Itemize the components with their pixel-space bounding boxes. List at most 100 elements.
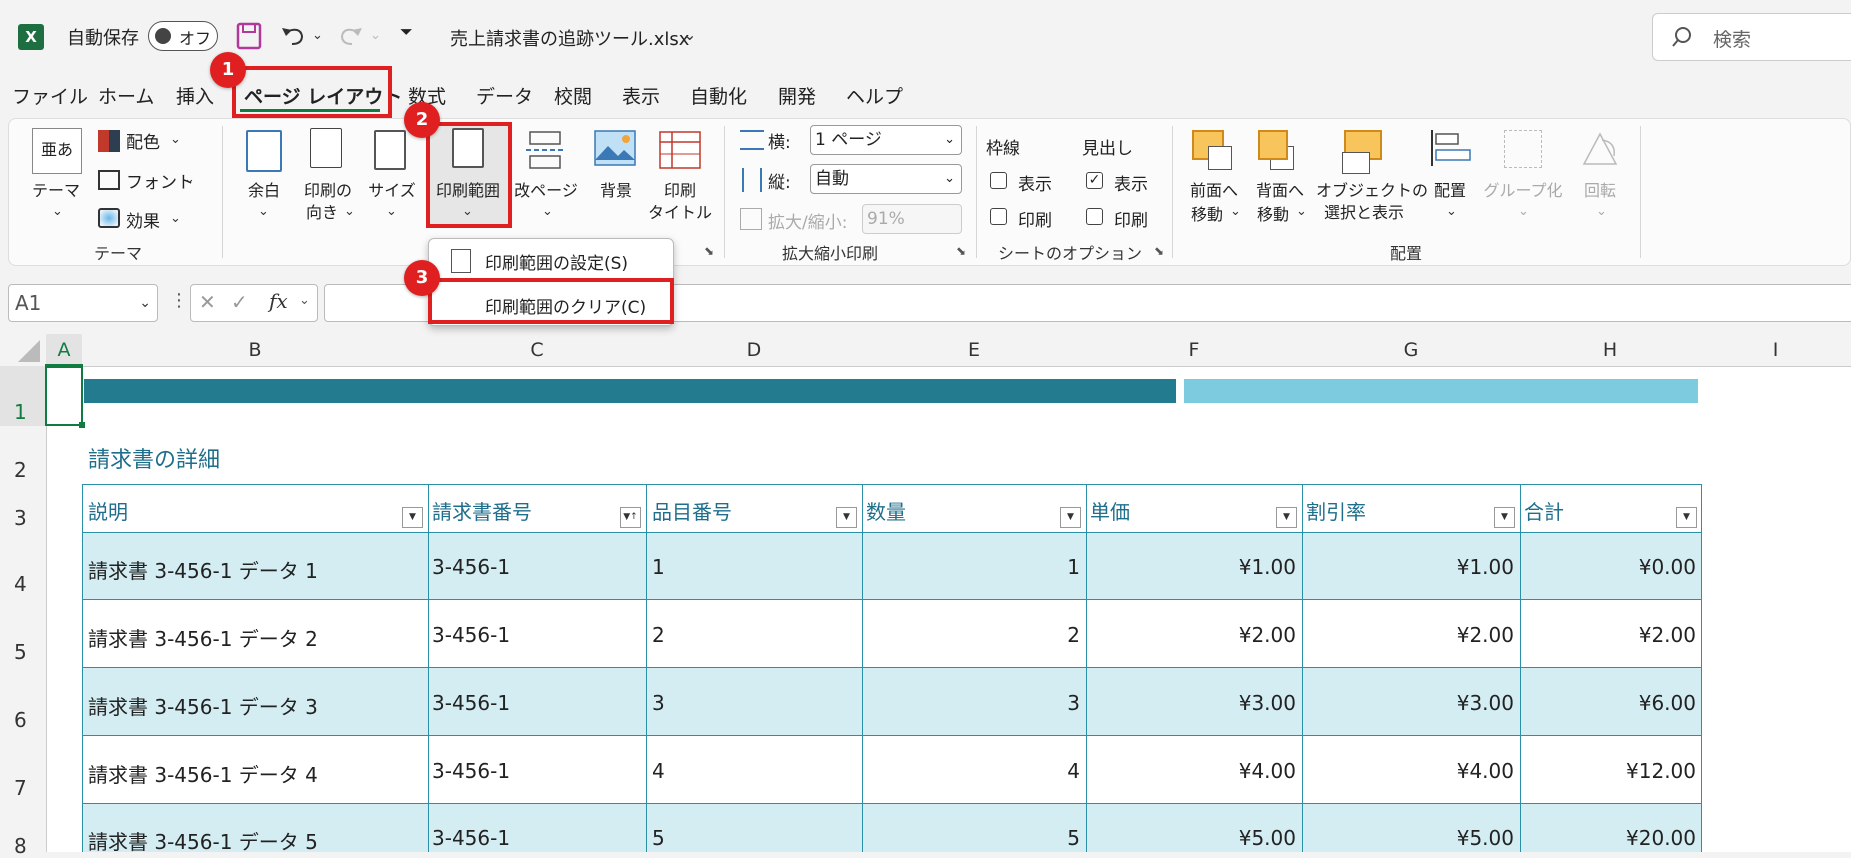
colors-dropdown-icon[interactable]: ⌄ — [170, 132, 181, 147]
cell-item-number[interactable]: 5 — [652, 826, 665, 850]
cell-discount[interactable]: ¥1.00 — [1306, 555, 1514, 579]
align-button[interactable]: 配置 — [1422, 178, 1478, 204]
gridlines-view-checkbox[interactable] — [990, 172, 1007, 189]
margins-button[interactable]: 余白 — [238, 178, 290, 204]
cell-unit-price[interactable]: ¥3.00 — [1090, 691, 1296, 715]
column-header-E[interactable]: E — [862, 334, 1086, 367]
cell-description[interactable]: 請求書 3-456-1 データ 5 — [88, 826, 318, 855]
cell-invoice-number[interactable]: 3-456-1 — [432, 759, 510, 783]
bring-forward-line2[interactable]: 移動 — [1182, 202, 1232, 228]
headings-view-checkbox[interactable]: ✓ — [1086, 172, 1103, 189]
name-box[interactable]: A1 ⌄ — [8, 284, 158, 322]
cell-total[interactable]: ¥6.00 — [1524, 691, 1696, 715]
row-header-4[interactable]: 4 — [0, 532, 47, 600]
cell-item-number[interactable]: 1 — [652, 555, 665, 579]
tab-data[interactable]: データ — [476, 82, 533, 109]
column-header-B[interactable]: B — [82, 334, 428, 367]
filter-dropdown-icon[interactable]: ▼ — [402, 507, 423, 528]
cell-description[interactable]: 請求書 3-456-1 データ 4 — [88, 759, 318, 788]
filter-dropdown-icon[interactable]: ▼ — [1676, 507, 1697, 528]
search-box[interactable]: 検索 — [1652, 13, 1851, 61]
selection-pane-line2[interactable]: 選択と表示 — [1316, 200, 1412, 226]
save-icon[interactable] — [236, 22, 262, 50]
cell-description[interactable]: 請求書 3-456-1 データ 3 — [88, 691, 318, 720]
column-header-G[interactable]: G — [1302, 334, 1520, 367]
cell-quantity[interactable]: 5 — [866, 826, 1080, 850]
cell-total[interactable]: ¥20.00 — [1524, 826, 1696, 850]
row-header-8[interactable]: 8 — [0, 804, 47, 858]
tab-developer[interactable]: 開発 — [778, 82, 816, 109]
column-header-A[interactable]: A — [46, 334, 82, 368]
send-backward-line1[interactable]: 背面へ — [1250, 178, 1310, 204]
cell-discount[interactable]: ¥3.00 — [1306, 691, 1514, 715]
cell-item-number[interactable]: 4 — [652, 759, 665, 783]
tab-view[interactable]: 表示 — [622, 82, 660, 109]
cell-invoice-number[interactable]: 3-456-1 — [432, 826, 510, 850]
bring-forward-dropdown-icon[interactable]: ⌄ — [1230, 204, 1241, 219]
align-dropdown-icon[interactable]: ⌄ — [1446, 204, 1457, 219]
autosave-toggle[interactable]: オフ — [148, 21, 218, 51]
row-header-5[interactable]: 5 — [0, 600, 47, 668]
orientation-button-line2[interactable]: 向き — [296, 200, 348, 226]
undo-dropdown-icon[interactable]: ⌄ — [312, 28, 323, 43]
tab-file[interactable]: ファイル — [12, 82, 88, 109]
tab-help[interactable]: ヘルプ — [846, 82, 903, 109]
background-button[interactable]: 背景 — [590, 178, 642, 204]
width-select[interactable]: 1 ページ ⌄ — [810, 125, 962, 155]
select-all-icon[interactable] — [0, 334, 46, 366]
selected-cell-A1[interactable] — [45, 364, 83, 426]
cancel-icon[interactable]: ✕ — [199, 290, 216, 314]
insert-function-icon[interactable]: fx — [269, 289, 288, 313]
filter-dropdown-icon[interactable]: ▼ — [1494, 507, 1515, 528]
cell-total[interactable]: ¥2.00 — [1524, 623, 1696, 647]
column-header-C[interactable]: C — [428, 334, 646, 367]
cell-quantity[interactable]: 4 — [866, 759, 1080, 783]
row-header-2[interactable]: 2 — [0, 426, 47, 486]
column-header-F[interactable]: F — [1086, 334, 1302, 367]
cell-unit-price[interactable]: ¥1.00 — [1090, 555, 1296, 579]
gridlines-print-checkbox[interactable] — [990, 208, 1007, 225]
filter-dropdown-icon[interactable]: ▼ — [836, 507, 857, 528]
function-chevron-icon[interactable]: ⌄ — [299, 293, 310, 308]
customize-toolbar-icon[interactable]: ⏷ — [400, 22, 413, 42]
cell-description[interactable]: 請求書 3-456-1 データ 1 — [88, 555, 318, 584]
undo-icon[interactable] — [280, 22, 306, 48]
cell-item-number[interactable]: 3 — [652, 691, 665, 715]
cell-discount[interactable]: ¥2.00 — [1306, 623, 1514, 647]
row-header-3[interactable]: 3 — [0, 486, 47, 532]
file-name[interactable]: 売上請求書の追跡ツール.xlsx — [450, 25, 689, 51]
cell-invoice-number[interactable]: 3-456-1 — [432, 623, 510, 647]
cell-description[interactable]: 請求書 3-456-1 データ 2 — [88, 623, 318, 652]
sheet-options-launcher-icon[interactable]: ⬊ — [1154, 244, 1164, 258]
scale-launcher-icon[interactable]: ⬊ — [956, 244, 966, 258]
enter-icon[interactable]: ✓ — [231, 290, 248, 314]
column-header-D[interactable]: D — [646, 334, 862, 367]
theme-button[interactable]: テーマ — [26, 178, 86, 204]
tab-review[interactable]: 校閲 — [554, 82, 592, 109]
set-print-area-item[interactable]: 印刷範囲の設定(S) — [485, 249, 628, 274]
cell-unit-price[interactable]: ¥4.00 — [1090, 759, 1296, 783]
effects-dropdown-icon[interactable]: ⌄ — [170, 211, 181, 226]
colors-button[interactable]: 配色 — [126, 128, 160, 153]
row-header-6[interactable]: 6 — [0, 668, 47, 736]
theme-dropdown-icon[interactable]: ⌄ — [52, 204, 63, 219]
fill-handle[interactable] — [79, 422, 85, 428]
headings-print-checkbox[interactable] — [1086, 208, 1103, 225]
send-backward-dropdown-icon[interactable]: ⌄ — [1296, 204, 1307, 219]
cell-unit-price[interactable]: ¥2.00 — [1090, 623, 1296, 647]
cell-quantity[interactable]: 3 — [866, 691, 1080, 715]
filter-dropdown-icon[interactable]: ▼ — [1276, 507, 1297, 528]
bring-forward-line1[interactable]: 前面へ — [1184, 178, 1244, 204]
row-header-7[interactable]: 7 — [0, 736, 47, 804]
column-header-I[interactable]: I — [1700, 334, 1851, 367]
formula-bar-more-icon[interactable]: ⋮ — [170, 290, 188, 311]
cell-discount[interactable]: ¥4.00 — [1306, 759, 1514, 783]
row-header-1[interactable]: 1 — [0, 366, 47, 426]
sort-filter-dropdown-icon[interactable]: ▼↑ — [620, 507, 641, 528]
send-backward-line2[interactable]: 移動 — [1248, 202, 1298, 228]
filename-chevron-icon[interactable]: ⌄ — [683, 25, 696, 44]
cell-quantity[interactable]: 2 — [866, 623, 1080, 647]
margins-dropdown-icon[interactable]: ⌄ — [258, 204, 269, 219]
cell-invoice-number[interactable]: 3-456-1 — [432, 691, 510, 715]
fonts-dropdown-icon[interactable]: ⌄ — [184, 172, 195, 187]
